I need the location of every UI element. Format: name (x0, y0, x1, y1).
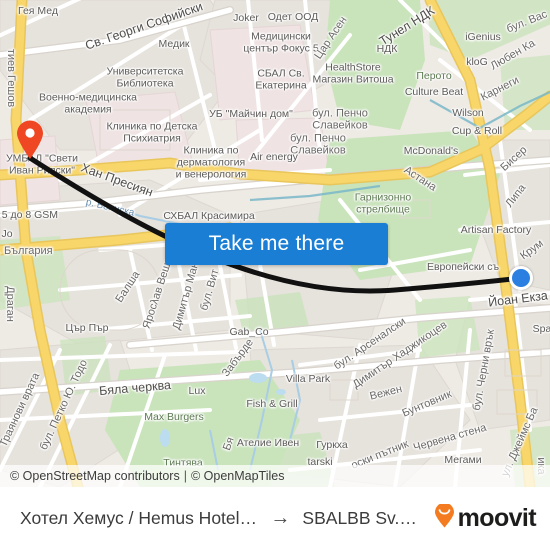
map-canvas[interactable]: Гея Мед Св. Георги Софийски Joker Одет ООД Т… (0, 0, 550, 487)
trip-destination-label[interactable]: SBALBB Sv.An… (302, 508, 423, 529)
attribution-separator: | (183, 469, 187, 483)
attribution-tiles[interactable]: © OpenMapTiles (191, 469, 285, 483)
moovit-logo[interactable]: moovit (434, 502, 537, 533)
moovit-wordmark: moovit (457, 504, 537, 532)
moovit-map-screen: Гея Мед Св. Георги Софийски Joker Одет ООД Т… (0, 0, 550, 550)
destination-dot[interactable] (509, 266, 533, 290)
attribution-osm[interactable]: © OpenStreetMap contributors (10, 469, 180, 483)
moovit-pin-icon (434, 502, 455, 533)
origin-pin[interactable] (15, 120, 45, 160)
trip-footer: Хотел Хемус / Hemus Hotel (23… → SBALBB … (0, 487, 550, 550)
take-me-there-button[interactable]: Take me there (165, 223, 388, 265)
trip-origin-label[interactable]: Хотел Хемус / Hemus Hotel (23… (20, 508, 258, 529)
map-attribution: © OpenStreetMap contributors | © OpenMap… (0, 465, 550, 487)
arrow-right-icon: → (270, 507, 291, 529)
